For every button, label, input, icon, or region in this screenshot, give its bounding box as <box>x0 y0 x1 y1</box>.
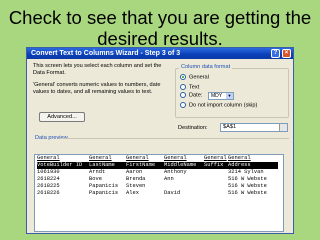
preview-cell: Alex <box>126 190 139 196</box>
radio-skip[interactable]: Do not import column (skip) <box>180 102 257 109</box>
preview-row: VoteBuilder ID LastName FirstName Middle… <box>35 162 283 169</box>
preview-cell: 2618225 <box>37 183 60 189</box>
help-button[interactable]: ? <box>271 49 280 58</box>
slide-title-line-2: desired results. <box>97 28 223 49</box>
advanced-button[interactable]: Advanced... <box>39 112 85 122</box>
preview-cell: Arndt <box>89 169 106 175</box>
preview-cell: David <box>164 190 181 196</box>
preview-row: 1061930 Arndt Aaron Anthony 3214 Sylvan <box>35 169 283 176</box>
preview-cell: Address <box>228 162 278 169</box>
slide-title: Check to see that you are getting the de… <box>0 7 320 49</box>
close-button[interactable]: × <box>282 49 291 58</box>
preview-header-cell[interactable]: General <box>126 155 164 162</box>
preview-cell: 3214 Sylvan <box>228 169 264 175</box>
preview-cell: Brenda <box>126 176 146 182</box>
preview-cell: MiddleName <box>164 162 204 169</box>
preview-cell: Aaron <box>126 169 143 175</box>
preview-cell: Steven <box>126 183 146 189</box>
preview-cell: 1061930 <box>37 169 60 175</box>
preview-cell: FirstName <box>126 162 164 169</box>
radio-text-icon[interactable] <box>180 84 186 90</box>
preview-header-cell[interactable]: General <box>164 155 204 162</box>
radio-skip-label: Do not import column (skip) <box>189 102 258 109</box>
chevron-down-icon[interactable]: ▼ <box>226 93 233 99</box>
preview-cell: Papanicis <box>89 183 119 189</box>
preview-cell: 2618224 <box>37 176 60 182</box>
preview-cell: Ann <box>164 176 174 182</box>
radio-skip-icon[interactable] <box>180 102 186 108</box>
general-note-text: 'General' converts numeric values to num… <box>33 82 161 95</box>
date-format-value: MDY <box>211 93 223 99</box>
preview-row: 2618225 Papanicis Steven 516 W Webste <box>35 183 283 190</box>
preview-cell: 516 W Webste <box>228 190 267 196</box>
preview-header-cell[interactable]: General <box>37 155 89 162</box>
radio-general-icon[interactable] <box>180 74 186 80</box>
preview-cell: Suffix <box>204 162 228 169</box>
slide-title-line-1: Check to see that you are getting the <box>8 7 312 28</box>
column-format-label: Column data format <box>179 64 233 70</box>
radio-date-icon[interactable] <box>180 92 186 98</box>
radio-date-label: Date: <box>189 92 203 99</box>
data-preview-grid[interactable]: General General General General General … <box>34 154 284 232</box>
preview-header-cell[interactable]: General <box>204 155 228 162</box>
preview-header-row: General General General General General … <box>35 155 283 162</box>
destination-value: $A$1 <box>223 124 237 130</box>
preview-cell: LastName <box>89 162 126 169</box>
radio-text[interactable]: Text <box>180 84 199 91</box>
preview-cell: 2618226 <box>37 190 60 196</box>
date-format-select[interactable]: MDY ▼ <box>208 92 234 100</box>
preview-cell: 516 W Webste <box>228 176 267 182</box>
preview-cell: Anthony <box>164 169 187 175</box>
radio-general[interactable]: General <box>180 74 209 81</box>
radio-general-label: General <box>189 74 209 81</box>
destination-input[interactable]: $A$1 <box>220 123 288 132</box>
preview-cell: Bove <box>89 176 102 182</box>
preview-header-cell[interactable]: General <box>228 155 278 162</box>
data-preview-divider <box>61 138 289 139</box>
preview-cell: VoteBuilder ID <box>37 162 89 169</box>
preview-cell: Papanicis <box>89 190 119 196</box>
radio-date[interactable]: Date: <box>180 92 202 99</box>
dialog-titlebar: Convert Text to Columns Wizard - Step 3 … <box>27 48 293 59</box>
preview-row: 2618226 Papanicis Alex David 516 W Webst… <box>35 190 283 197</box>
radio-text-label: Text <box>189 84 200 91</box>
dialog-title: Convert Text to Columns Wizard - Step 3 … <box>31 50 181 57</box>
preview-cell: 516 W Webste <box>228 183 267 189</box>
range-picker-icon[interactable] <box>279 124 287 131</box>
intro-text: This screen lets you select each column … <box>33 63 162 76</box>
preview-row: 2618224 Bove Brenda Ann 516 W Webste <box>35 176 283 183</box>
preview-header-cell[interactable]: General <box>89 155 126 162</box>
destination-label: Destination: <box>178 125 208 131</box>
text-to-columns-dialog: Convert Text to Columns Wizard - Step 3 … <box>26 47 294 234</box>
